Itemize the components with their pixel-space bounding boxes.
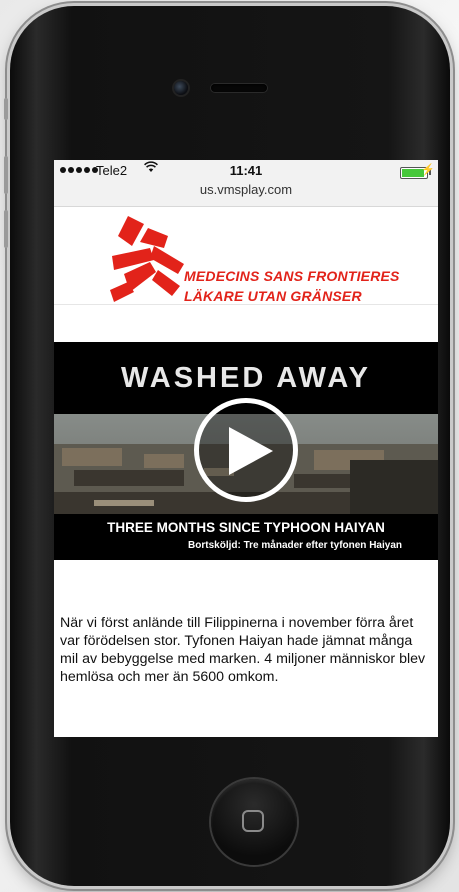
earpiece-speaker (211, 84, 267, 92)
video-subtitle-translation: Bortsköljd: Tre månader efter tyfonen Ha… (188, 540, 402, 551)
logo-text-swedish: LÄKARE UTAN GRÄNSER (184, 288, 362, 304)
msf-running-man-icon (110, 216, 184, 302)
front-camera (174, 81, 188, 95)
home-square-icon (242, 810, 264, 832)
url-text: us.vmsplay.com (199, 182, 293, 197)
volume-down-button (4, 210, 8, 248)
status-bar: Tele2 11:41 ⚡ (54, 160, 438, 182)
logo-text-french: MEDECINS SANS FRONTIERES (184, 268, 400, 284)
mute-switch (4, 98, 8, 120)
status-time: 11:41 (229, 163, 263, 178)
play-icon (229, 427, 273, 475)
url-bar[interactable]: us.vmsplay.com (54, 182, 438, 207)
phone-screen: Tele2 11:41 ⚡ us.vmsplay.com MEDECINS SA… (54, 160, 438, 737)
header-divider (54, 304, 438, 305)
home-button[interactable] (211, 779, 297, 865)
charging-icon: ⚡ (421, 164, 435, 176)
video-subtitle: THREE MONTHS SINCE TYPHOON HAIYAN (107, 520, 385, 535)
video-player[interactable]: WASHED AWAY THREE MONTHS SINCE TYPHOON H… (54, 342, 438, 560)
video-title: WASHED AWAY (120, 362, 371, 394)
article-paragraph: När vi först anlände till Filippinerna i… (60, 615, 426, 685)
volume-up-button (4, 156, 8, 194)
play-button[interactable] (194, 398, 298, 502)
msf-logo: MEDECINS SANS FRONTIERES LÄKARE UTAN GRÄ… (54, 212, 438, 304)
